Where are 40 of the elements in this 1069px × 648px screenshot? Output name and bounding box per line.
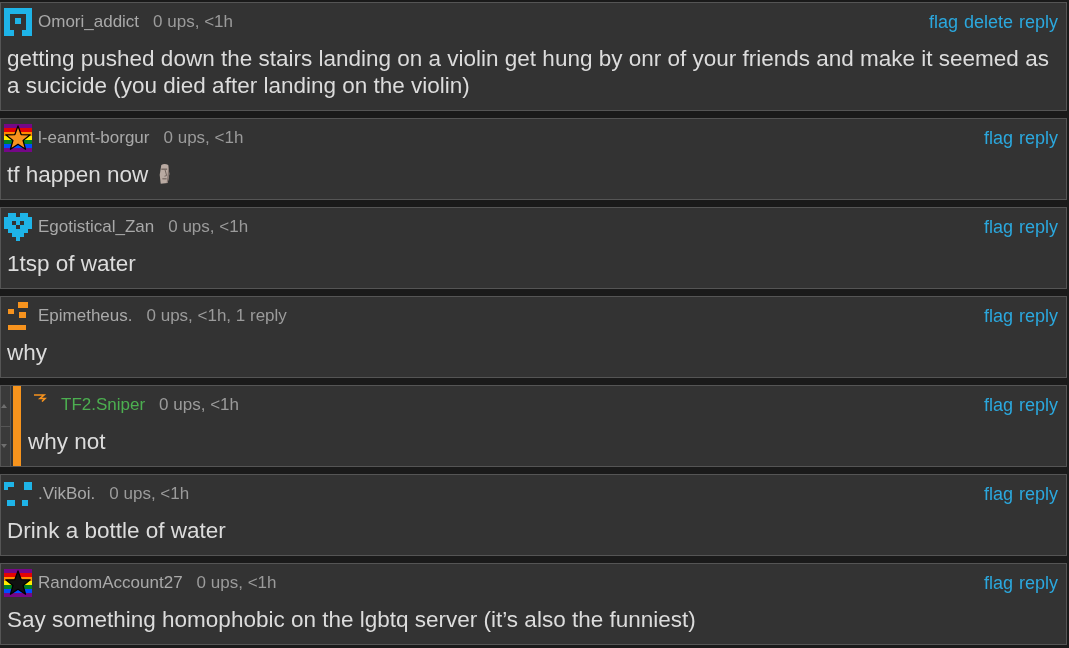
comment-text: getting pushed down the stairs landing on a violin get hung by onr of your friends and make it seemed as a sucicide (you died after landing on the violin)	[7, 46, 1049, 98]
comment-text: why not	[28, 429, 106, 454]
action-link[interactable]: flag	[983, 391, 1013, 419]
action-link[interactable]: reply	[1019, 480, 1058, 508]
rainbow-star-icon	[4, 124, 32, 152]
username-link[interactable]: Epimetheus.	[38, 303, 133, 329]
comment-meta: 0 ups, <1h	[159, 394, 239, 417]
username-link[interactable]: Egotistical_Zan	[38, 214, 155, 240]
comment-text: 1tsp of water	[7, 251, 136, 276]
action-link[interactable]: flag	[983, 569, 1013, 597]
action-link[interactable]: flag	[983, 302, 1013, 330]
action-link[interactable]: flag	[983, 124, 1013, 152]
action-link[interactable]: reply	[1019, 391, 1058, 419]
comment-text: tf happen now	[7, 162, 149, 187]
username-link[interactable]: .VikBoi.	[38, 481, 96, 507]
comment-meta: 0 ups, <1h	[109, 483, 190, 506]
action-link[interactable]: delete	[963, 8, 1013, 36]
rainbow-star-icon	[4, 569, 32, 597]
username-link[interactable]: Omori_addict	[38, 9, 140, 35]
action-link[interactable]: reply	[1019, 302, 1058, 330]
comment-text: Drink a bottle of water	[7, 518, 226, 543]
downvote-arrow-icon[interactable]	[1, 444, 7, 449]
comment-meta: 0 ups, <1h	[168, 216, 249, 239]
action-link[interactable]: reply	[1019, 569, 1058, 597]
upvote-arrow-icon[interactable]	[1, 403, 7, 408]
comment-text: why	[7, 340, 47, 365]
comment-meta: 0 ups, <1h	[153, 11, 233, 34]
action-link[interactable]: reply	[1019, 8, 1058, 36]
action-link[interactable]: flag	[928, 8, 958, 36]
username-link[interactable]: TF2.Sniper	[61, 392, 146, 418]
action-link[interactable]: reply	[1019, 124, 1058, 152]
comment-meta: 0 ups, <1h	[163, 127, 244, 150]
username-link[interactable]: RandomAccount27	[38, 570, 183, 596]
comment-meta: 0 ups, <1h, 1 reply	[146, 305, 287, 328]
action-link[interactable]: reply	[1019, 213, 1058, 241]
comment-meta: 0 ups, <1h	[196, 572, 277, 595]
comment-text: Say something homophobic on the lgbtq server (it’s also the funniest)	[7, 607, 696, 632]
username-link[interactable]: l-eanmt-borgur	[38, 125, 150, 151]
action-link[interactable]: flag	[983, 213, 1013, 241]
action-link[interactable]: flag	[983, 480, 1013, 508]
